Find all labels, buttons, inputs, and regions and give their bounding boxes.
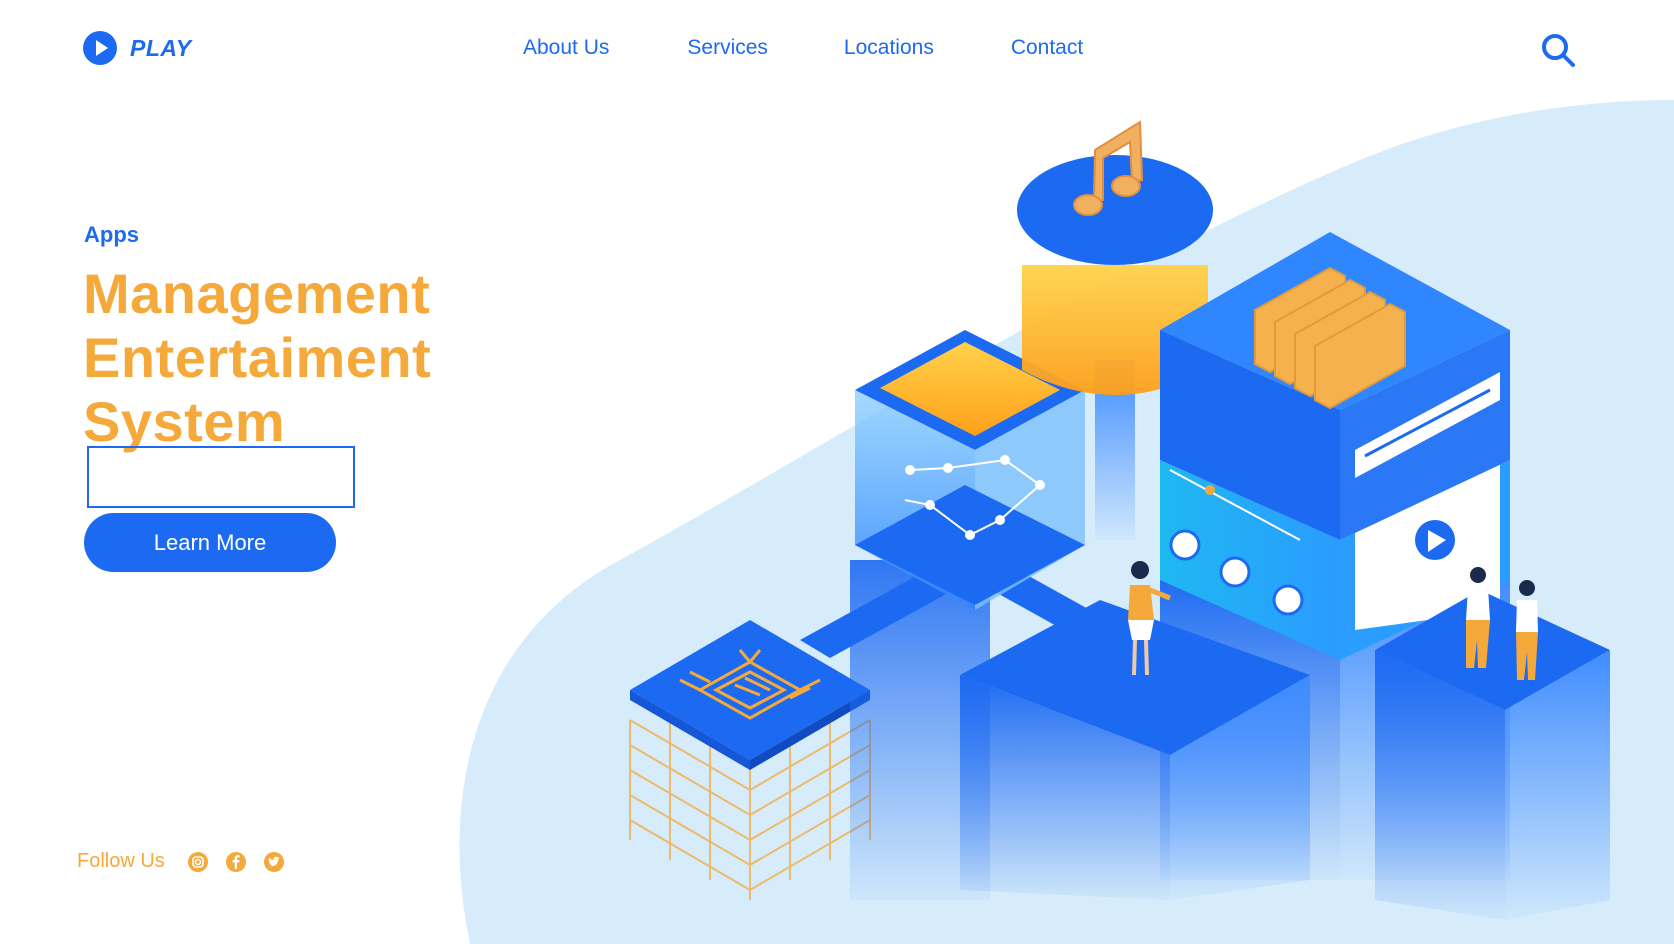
nav-item-locations[interactable]: Locations bbox=[844, 36, 934, 60]
twitter-icon[interactable] bbox=[263, 851, 285, 873]
headline-line-3: System bbox=[83, 390, 286, 453]
brand-name: PLAY bbox=[130, 34, 192, 61]
hero-eyebrow: Apps bbox=[84, 222, 139, 247]
nav-item-about-us[interactable]: About Us bbox=[523, 36, 609, 60]
nav-item-contact[interactable]: Contact bbox=[1011, 36, 1083, 60]
hero-text-input[interactable] bbox=[87, 446, 355, 508]
headline-line-2: Entertaiment bbox=[83, 326, 432, 389]
nav-item-services[interactable]: Services bbox=[687, 36, 768, 60]
hero-headline: Management Entertaiment System bbox=[83, 262, 431, 454]
search-icon[interactable] bbox=[1540, 32, 1576, 68]
brand-logo[interactable]: PLAY bbox=[82, 30, 192, 66]
main-nav: About Us Services Locations Contact bbox=[523, 36, 1083, 60]
play-logo-icon bbox=[83, 31, 117, 65]
headline-line-1: Management bbox=[83, 262, 431, 325]
facebook-icon[interactable] bbox=[225, 851, 247, 873]
learn-more-button[interactable]: Learn More bbox=[84, 513, 336, 572]
follow-us: Follow Us bbox=[77, 850, 301, 873]
follow-us-label: Follow Us bbox=[77, 850, 165, 872]
instagram-icon[interactable] bbox=[187, 851, 209, 873]
landing-page: PLAY About Us Services Locations Contact… bbox=[0, 0, 1674, 944]
